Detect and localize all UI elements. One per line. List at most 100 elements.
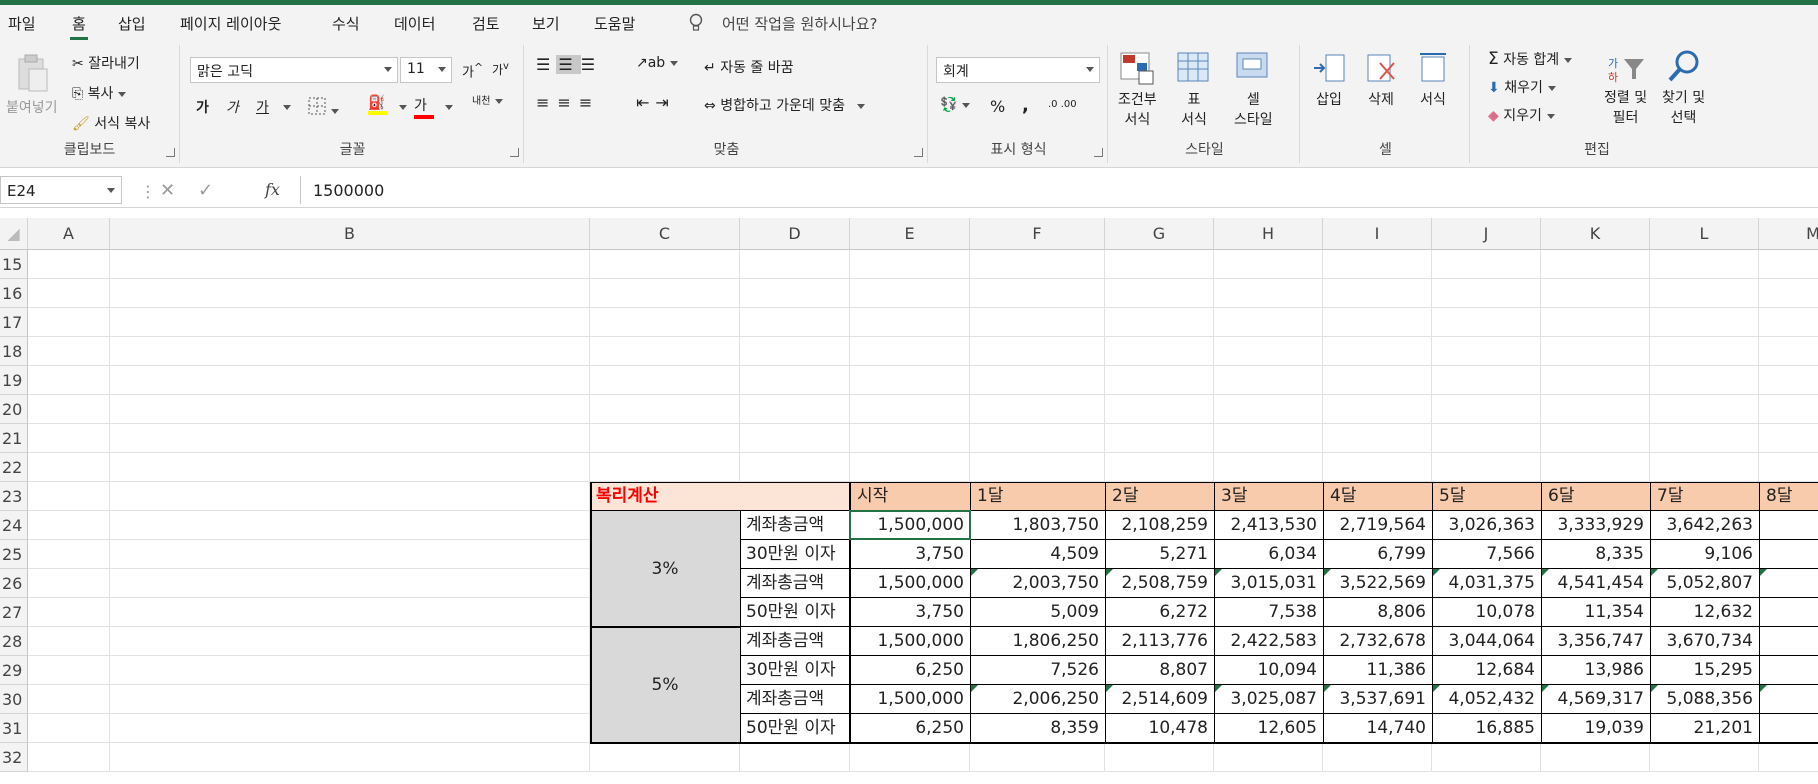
tab-file[interactable]: 파일 (8, 13, 36, 34)
worksheet-grid[interactable]: ◢ A B C D E F G H I J K L M 15 16 17 18 19 20 21 22 23 24 25 26 27… (0, 218, 1818, 784)
value-cell[interactable]: 1,806,250 (970, 627, 1105, 656)
column-header-E[interactable]: E (850, 218, 970, 250)
formula-input[interactable]: 1500000 (300, 176, 1818, 204)
cut-button[interactable]: ✂ 잘라내기 (72, 53, 140, 73)
value-cell[interactable]: 16,885 (1432, 714, 1541, 743)
tab-formulas[interactable]: 수식 (332, 13, 360, 34)
value-cell[interactable]: 6,799 (1323, 540, 1432, 569)
value-cell[interactable]: 2,413,530 (1214, 511, 1323, 540)
delete-cells-button[interactable]: 삭제 (1364, 51, 1398, 109)
clipboard-launcher[interactable] (166, 148, 175, 157)
value-cell[interactable] (1759, 540, 1818, 569)
underline-button[interactable]: 가 (256, 97, 269, 117)
tab-view[interactable]: 보기 (532, 13, 560, 34)
value-cell[interactable]: 2,108,259 (1105, 511, 1214, 540)
row-header-21[interactable]: 21 (0, 424, 28, 453)
percent-button[interactable]: % (990, 97, 1005, 116)
indent-buttons[interactable]: ⇤⇥ (636, 93, 675, 112)
row-header-16[interactable]: 16 (0, 279, 28, 308)
value-cell[interactable]: 6,034 (1214, 540, 1323, 569)
row-header-32[interactable]: 32 (0, 743, 28, 772)
tab-data[interactable]: 데이터 (394, 13, 435, 34)
format-cells-button[interactable]: 서식 (1416, 51, 1450, 109)
merge-center-button[interactable]: ⇔ 병합하고 가운데 맞춤 (704, 95, 866, 115)
row-header-26[interactable]: 26 (0, 569, 28, 598)
font-color-button[interactable]: 가 (414, 95, 434, 119)
row-header-23[interactable]: 23 (0, 482, 28, 511)
value-cell[interactable]: 2,514,609 (1105, 685, 1214, 714)
column-header-G[interactable]: G (1105, 218, 1214, 250)
value-cell[interactable]: 3,026,363 (1432, 511, 1541, 540)
value-cell[interactable]: 5,56 (1759, 569, 1818, 598)
value-cell[interactable]: 6,250 (850, 714, 970, 743)
phonetic-button[interactable]: 내천 (472, 97, 504, 107)
decimal-buttons[interactable]: .0 .00 (1048, 99, 1077, 110)
value-cell[interactable]: 2,422,583 (1214, 627, 1323, 656)
value-cell[interactable]: 11,386 (1323, 656, 1432, 685)
italic-button[interactable]: 가 (226, 97, 239, 117)
column-header-M[interactable]: M (1759, 218, 1818, 250)
value-cell[interactable]: 1,500,000 (850, 627, 970, 656)
value-cell[interactable]: 2,719,564 (1323, 511, 1432, 540)
value-cell[interactable]: 3,356,747 (1541, 627, 1650, 656)
copy-button[interactable]: ⎘ 복사 (72, 83, 127, 103)
value-cell[interactable]: 3,044,064 (1432, 627, 1541, 656)
row-header-22[interactable]: 22 (0, 453, 28, 482)
wrap-text-button[interactable]: ↵ 자동 줄 바꿈 (704, 57, 794, 77)
accounting-format-button[interactable]: 💱 (940, 97, 971, 113)
value-cell[interactable]: 3,537,691 (1323, 685, 1432, 714)
number-format-combo[interactable]: 회계 (936, 57, 1100, 83)
row-header-29[interactable]: 29 (0, 656, 28, 685)
row-header-15[interactable]: 15 (0, 250, 28, 279)
cell-styles-button[interactable]: 셀 스타일 (1234, 51, 1273, 129)
column-header-B[interactable]: B (110, 218, 590, 250)
value-cell[interactable]: 4,509 (970, 540, 1105, 569)
insert-function-button[interactable]: fx (265, 180, 280, 199)
value-cell[interactable]: 5,60 (1759, 685, 1818, 714)
column-header-I[interactable]: I (1323, 218, 1432, 250)
value-cell[interactable]: 11,354 (1541, 598, 1650, 627)
value-cell[interactable]: 10,094 (1214, 656, 1323, 685)
value-cell[interactable]: 9,106 (1650, 540, 1759, 569)
column-header-C[interactable]: C (590, 218, 740, 250)
column-header-F[interactable]: F (970, 218, 1105, 250)
select-all-corner[interactable]: ◢ (0, 218, 28, 250)
value-cell[interactable]: 19,039 (1541, 714, 1650, 743)
value-cell[interactable]: 8,335 (1541, 540, 1650, 569)
tab-help[interactable]: 도움말 (594, 13, 635, 34)
column-header-K[interactable]: K (1541, 218, 1650, 250)
value-cell[interactable]: 1 (1759, 656, 1818, 685)
value-cell[interactable]: 5,009 (970, 598, 1105, 627)
number-launcher[interactable] (1094, 148, 1103, 157)
sort-filter-button[interactable]: 가하 정렬 및 필터 (1604, 53, 1647, 127)
value-cell[interactable]: 3,750 (850, 598, 970, 627)
value-cell[interactable]: 7,526 (970, 656, 1105, 685)
value-cell[interactable]: 3,95 (1759, 511, 1818, 540)
value-cell[interactable]: 4,541,454 (1541, 569, 1650, 598)
value-cell[interactable]: 14,740 (1323, 714, 1432, 743)
value-cell[interactable]: 3,98 (1759, 627, 1818, 656)
row-header-24[interactable]: 24 (0, 511, 28, 540)
increase-font-button[interactable]: 가^ (462, 61, 483, 80)
row-header-31[interactable]: 31 (0, 714, 28, 743)
value-cell[interactable]: 2,003,750 (970, 569, 1105, 598)
value-cell[interactable]: 3,750 (850, 540, 970, 569)
row-header-30[interactable]: 30 (0, 685, 28, 714)
fill-button[interactable]: ⬇ 채우기 (1488, 77, 1556, 97)
border-button[interactable] (308, 97, 339, 119)
row-header-20[interactable]: 20 (0, 395, 28, 424)
value-cell[interactable]: 12,632 (1650, 598, 1759, 627)
value-cell[interactable]: 3,333,929 (1541, 511, 1650, 540)
paste-button[interactable]: 붙여넣기 (6, 53, 58, 117)
bold-button[interactable]: 가 (196, 97, 209, 117)
font-name-combo[interactable]: 맑은 고딕 (190, 57, 398, 83)
value-cell[interactable]: 4,569,317 (1541, 685, 1650, 714)
column-header-L[interactable]: L (1650, 218, 1759, 250)
insert-cells-button[interactable]: 삽입 (1312, 51, 1346, 109)
column-header-H[interactable]: H (1214, 218, 1323, 250)
value-cell[interactable]: 3,642,263 (1650, 511, 1759, 540)
value-cell[interactable]: 2,732,678 (1323, 627, 1432, 656)
row-header-27[interactable]: 27 (0, 598, 28, 627)
clear-button[interactable]: ◆ 지우기 (1488, 105, 1555, 125)
value-cell[interactable]: 4,031,375 (1432, 569, 1541, 598)
